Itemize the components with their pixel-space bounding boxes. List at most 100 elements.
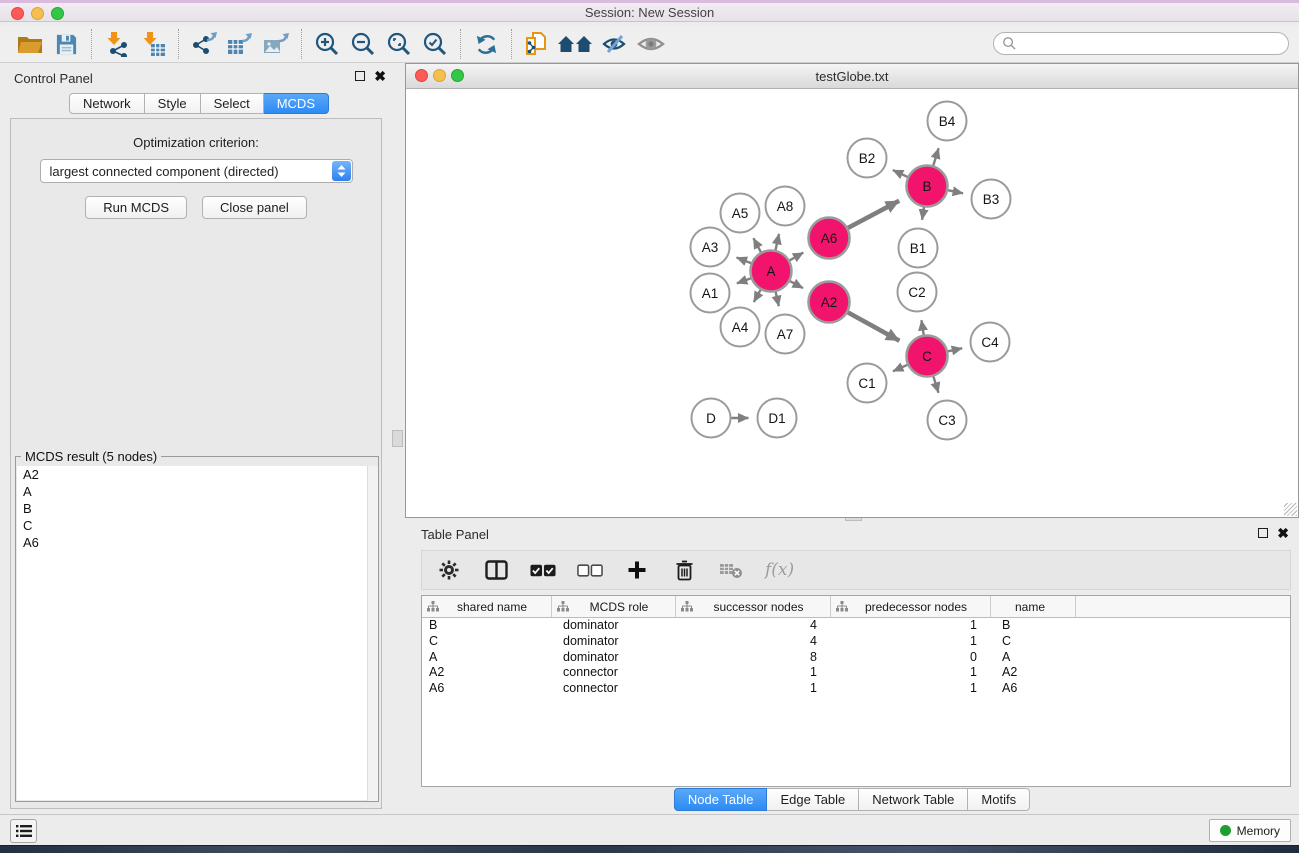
edge-B-B4[interactable]	[933, 148, 939, 166]
result-item[interactable]: C	[17, 517, 377, 534]
save-session-button[interactable]	[48, 28, 84, 60]
table-row[interactable]: A2connector11A2	[422, 665, 1290, 681]
result-item[interactable]: A	[17, 483, 377, 500]
table-cell[interactable]: C	[991, 634, 1076, 650]
table-cell[interactable]: 1	[831, 634, 991, 650]
memory-button[interactable]: Memory	[1209, 819, 1291, 842]
zoom-fit-button[interactable]	[381, 28, 417, 60]
edge-A-A5[interactable]	[753, 238, 761, 253]
select-all-checks-button[interactable]	[530, 554, 556, 586]
table-cell[interactable]: A2	[991, 665, 1076, 681]
delete-column-button[interactable]	[671, 554, 697, 586]
table-cell[interactable]: A2	[422, 665, 552, 681]
table-cell[interactable]: 4	[676, 618, 831, 634]
edge-A-A3[interactable]	[737, 257, 752, 263]
tab-style[interactable]: Style	[145, 93, 201, 114]
tab-edge-table[interactable]: Edge Table	[767, 788, 859, 811]
table-cell[interactable]: dominator	[552, 634, 676, 650]
column-header-shared-name[interactable]: shared name	[422, 596, 552, 617]
column-header-successor-nodes[interactable]: successor nodes	[676, 596, 831, 617]
table-cell[interactable]: 4	[676, 634, 831, 650]
mcds-result-list[interactable]: A2ABCA6	[17, 466, 377, 800]
table-settings-button[interactable]	[436, 554, 462, 586]
export-network-button[interactable]	[186, 28, 222, 60]
network-graph[interactable]: B4B2BB3A8A5A6A3B1AC2A1A2A4A7C4CC1DD1C3	[406, 89, 1298, 517]
column-layout-button[interactable]	[483, 554, 509, 586]
edge-B-B3[interactable]	[947, 190, 963, 193]
close-table-panel-icon[interactable]: ✖	[1277, 528, 1289, 538]
vertical-splitter-handle[interactable]	[392, 430, 403, 447]
refresh-view-button[interactable]	[468, 28, 504, 60]
import-network-button[interactable]	[99, 28, 135, 60]
deselect-all-checks-button[interactable]	[577, 554, 603, 586]
home-layout-button[interactable]	[555, 28, 597, 60]
tab-network-table[interactable]: Network Table	[859, 788, 968, 811]
result-item[interactable]: A2	[17, 466, 377, 483]
function-builder-button[interactable]: f(x)	[765, 560, 794, 580]
tab-motifs[interactable]: Motifs	[968, 788, 1030, 811]
tab-mcds[interactable]: MCDS	[264, 93, 329, 114]
edge-B-B1[interactable]	[922, 206, 924, 220]
float-table-panel-icon[interactable]	[1258, 528, 1268, 538]
show-all-button[interactable]	[633, 28, 669, 60]
table-cell[interactable]: A6	[422, 681, 552, 697]
edge-C-C4[interactable]	[947, 348, 962, 351]
task-history-button[interactable]	[10, 819, 37, 843]
table-cell[interactable]: 1	[676, 681, 831, 697]
network-window-titlebar[interactable]: testGlobe.txt	[406, 64, 1298, 89]
edge-A-A1[interactable]	[737, 278, 752, 283]
hide-selected-button[interactable]	[597, 28, 633, 60]
table-cell[interactable]: 1	[676, 665, 831, 681]
open-session-button[interactable]	[12, 28, 48, 60]
network-canvas[interactable]: B4B2BB3A8A5A6A3B1AC2A1A2A4A7C4CC1DD1C3	[406, 89, 1298, 517]
edge-A-A2[interactable]	[789, 281, 803, 288]
edge-C-C3[interactable]	[933, 376, 938, 393]
close-panel-button[interactable]: Close panel	[202, 196, 307, 219]
add-column-button[interactable]	[624, 554, 650, 586]
edge-A-A8[interactable]	[775, 234, 779, 251]
table-row[interactable]: Adominator80A	[422, 650, 1290, 666]
criterion-select[interactable]: largest connected component (directed)	[40, 159, 353, 183]
table-cell[interactable]: A	[422, 650, 552, 666]
result-item[interactable]: B	[17, 500, 377, 517]
close-panel-icon[interactable]: ✖	[374, 71, 386, 81]
column-header-predecessor-nodes[interactable]: predecessor nodes	[831, 596, 991, 617]
run-mcds-button[interactable]: Run MCDS	[85, 196, 187, 219]
edge-A6-B[interactable]	[847, 201, 899, 229]
table-cell[interactable]: B	[991, 618, 1076, 634]
table-row[interactable]: Cdominator41C	[422, 634, 1290, 650]
table-cell[interactable]: 1	[831, 618, 991, 634]
column-header-name[interactable]: name	[991, 596, 1076, 617]
table-cell[interactable]: B	[422, 618, 552, 634]
zoom-out-button[interactable]	[345, 28, 381, 60]
edge-A2-C[interactable]	[847, 312, 899, 341]
column-header-MCDS-role[interactable]: MCDS role	[552, 596, 676, 617]
zoom-in-button[interactable]	[309, 28, 345, 60]
edge-A-A6[interactable]	[789, 253, 804, 261]
table-cell[interactable]: dominator	[552, 650, 676, 666]
table-cell[interactable]: 8	[676, 650, 831, 666]
table-row[interactable]: A6connector11A6	[422, 681, 1290, 697]
clone-network-button[interactable]	[519, 28, 555, 60]
table-cell[interactable]: dominator	[552, 618, 676, 634]
zoom-selected-button[interactable]	[417, 28, 453, 60]
edge-B-B2[interactable]	[893, 170, 909, 177]
table-cell[interactable]: connector	[552, 681, 676, 697]
table-cell[interactable]: A6	[991, 681, 1076, 697]
tab-node-table[interactable]: Node Table	[674, 788, 768, 811]
table-cell[interactable]: A	[991, 650, 1076, 666]
edge-C-C2[interactable]	[921, 320, 923, 336]
search-input[interactable]	[1017, 37, 1267, 51]
table-cell[interactable]: C	[422, 634, 552, 650]
export-image-button[interactable]	[258, 28, 294, 60]
table-cell[interactable]: 1	[831, 665, 991, 681]
float-panel-icon[interactable]	[355, 71, 365, 81]
table-cell[interactable]: 1	[831, 681, 991, 697]
table-cell[interactable]: 0	[831, 650, 991, 666]
search-field[interactable]	[993, 32, 1289, 55]
edge-A-A7[interactable]	[775, 291, 778, 306]
tab-network[interactable]: Network	[69, 93, 145, 114]
edge-A-A4[interactable]	[754, 289, 761, 302]
export-table-button[interactable]	[222, 28, 258, 60]
result-scrollbar[interactable]	[367, 466, 378, 801]
